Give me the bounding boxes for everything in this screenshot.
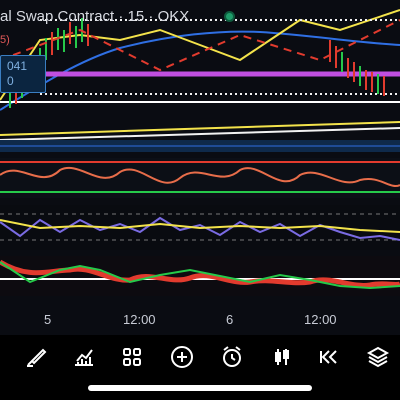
brush-icon (27, 348, 47, 367)
time-tick-6: 6 (226, 312, 234, 327)
time-tick-1200-a: 12:00 (123, 312, 156, 327)
chart-canvas[interactable] (0, 0, 400, 335)
price-tag[interactable]: 041 0 (0, 55, 46, 93)
bottom-toolbar (0, 336, 400, 378)
layers-icon (366, 346, 390, 368)
add-icon (171, 346, 193, 368)
layers-button[interactable] (364, 344, 392, 370)
alarm-button[interactable] (218, 344, 246, 370)
alarm-icon (223, 346, 241, 367)
oscillator-2-pane (0, 205, 400, 250)
home-indicator[interactable] (88, 385, 312, 391)
candles-button[interactable] (268, 344, 296, 370)
main-pane (0, 9, 400, 141)
candles-icon (275, 349, 289, 365)
time-tick-5: 5 (44, 312, 52, 327)
blue-ma-line (0, 30, 400, 111)
market-status-dot (224, 11, 235, 22)
replay-icon (320, 350, 337, 364)
indicators-button[interactable] (70, 344, 98, 370)
price-tag-sub: 0 (7, 74, 14, 88)
oscillator-3-pane (0, 256, 400, 296)
volume-pane (0, 140, 400, 152)
indicator-fragment: 5) (0, 34, 10, 46)
indicators-icon (75, 349, 93, 366)
layouts-grid-icon (123, 348, 141, 366)
oscillator-1-pane (0, 158, 400, 198)
layouts-button[interactable] (118, 344, 146, 370)
price-tag-label: 041 (7, 59, 28, 73)
symbol-title[interactable]: al Swap Contract · 15 · OKX (0, 8, 189, 25)
add-button[interactable] (168, 344, 196, 370)
time-axis: 5 12:00 6 12:00 (0, 306, 400, 336)
brush-button[interactable] (22, 344, 50, 370)
chart-area[interactable]: 5) al Swap Contract · 15 · OKX 041 0 5 1… (0, 0, 400, 335)
time-tick-1200-b: 12:00 (304, 312, 337, 327)
replay-button[interactable] (316, 344, 344, 370)
